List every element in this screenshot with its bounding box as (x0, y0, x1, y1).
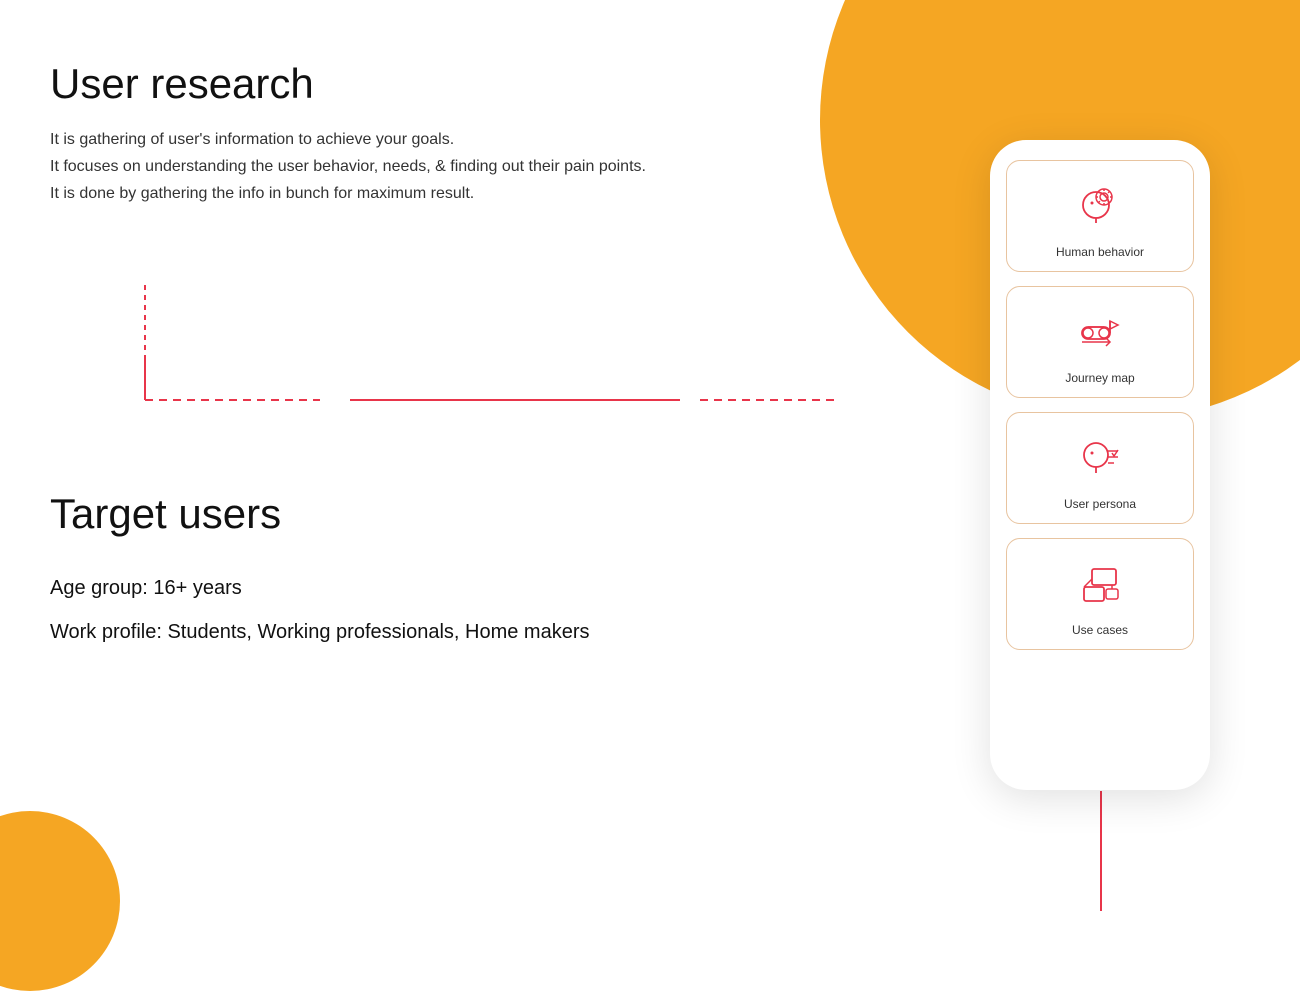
phone-mockup: Human behavior Journey map (990, 140, 1210, 790)
card-human-behavior-label: Human behavior (1056, 245, 1144, 259)
card-user-persona[interactable]: User persona (1006, 412, 1194, 524)
use-cases-icon (1070, 555, 1130, 615)
user-research-description: It is gathering of user's information to… (50, 126, 670, 208)
chart-area (120, 280, 840, 430)
card-use-cases-label: Use cases (1072, 623, 1128, 637)
user-research-section: User research It is gathering of user's … (50, 60, 730, 208)
red-line-bottom (1100, 791, 1102, 911)
card-journey-map-label: Journey map (1065, 371, 1134, 385)
user-research-title: User research (50, 60, 730, 108)
card-journey-map[interactable]: Journey map (1006, 286, 1194, 398)
target-users-section: Target users Age group: 16+ years Work p… (50, 490, 750, 654)
orange-circle-bottom (0, 811, 120, 991)
card-human-behavior[interactable]: Human behavior (1006, 160, 1194, 272)
work-profile: Work profile: Students, Working professi… (50, 610, 750, 654)
card-use-cases[interactable]: Use cases (1006, 538, 1194, 650)
card-user-persona-label: User persona (1064, 497, 1136, 511)
journey-map-icon (1070, 303, 1130, 363)
target-info: Age group: 16+ years Work profile: Stude… (50, 566, 750, 654)
age-group: Age group: 16+ years (50, 566, 750, 610)
human-behavior-icon (1070, 177, 1130, 237)
target-users-title: Target users (50, 490, 750, 538)
user-persona-icon (1070, 429, 1130, 489)
